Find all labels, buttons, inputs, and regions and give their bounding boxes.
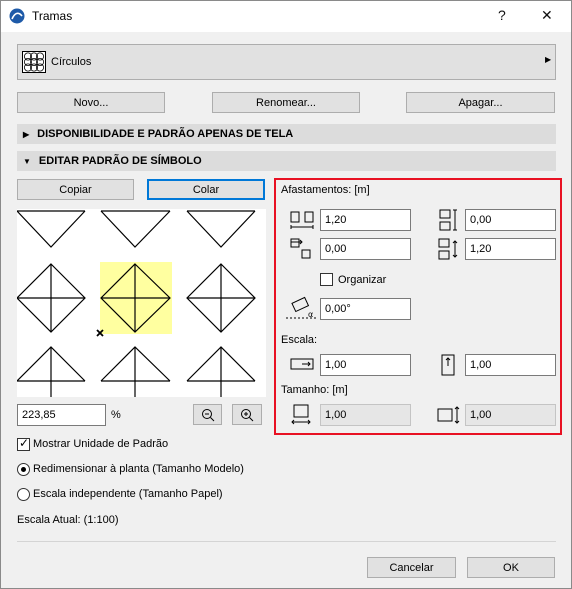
section-availability-label: DISPONIBILIDADE E PADRÃO APENAS DE TELA [37, 128, 294, 140]
size-width-input: 1,00 [320, 404, 411, 426]
ok-button[interactable]: OK [467, 557, 555, 578]
zoom-out-icon [201, 408, 214, 421]
rotation-angle-icon: α [286, 296, 316, 319]
spacing-title: Afastamentos: [m] [281, 184, 370, 196]
size-title: Tamanho: [m] [281, 384, 348, 396]
size-height-input: 1,00 [465, 404, 556, 426]
zoom-unit: % [111, 409, 121, 421]
independent-scale-label: Escala independente (Tamanho Papel) [33, 488, 223, 500]
delete-button[interactable]: Apagar... [406, 92, 555, 113]
vertical-spacing-input[interactable]: 1,20 [465, 238, 556, 260]
size-height-icon [437, 406, 460, 424]
svg-text:α: α [308, 310, 313, 319]
scale-y-icon [441, 354, 455, 376]
zoom-in-button[interactable] [232, 404, 262, 425]
horizontal-shift-input[interactable]: 0,00 [320, 238, 411, 260]
zoom-out-button[interactable] [193, 404, 222, 425]
rotation-angle-input[interactable]: 0,00° [320, 298, 411, 320]
help-button[interactable]: ? [498, 7, 506, 23]
resize-model-radio[interactable] [17, 463, 30, 476]
horizontal-offset-input[interactable]: 1,20 [320, 209, 411, 231]
scale-x-icon [290, 358, 314, 370]
title-bar [0, 0, 572, 32]
arrange-checkbox[interactable] [320, 273, 333, 286]
collapse-arrow-icon: ▼ [23, 156, 31, 166]
section-edit-symbol-label: EDITAR PADRÃO DE SÍMBOLO [38, 155, 202, 167]
new-button[interactable]: Novo... [17, 92, 165, 113]
cancel-button[interactable]: Cancelar [367, 557, 456, 578]
close-button[interactable]: ✕ [541, 7, 553, 24]
scale-y-input[interactable]: 1,00 [465, 354, 556, 376]
scale-x-input[interactable]: 1,00 [320, 354, 411, 376]
pattern-selector[interactable]: Círculos ▶ [17, 44, 556, 80]
horizontal-offset-icon [290, 211, 314, 229]
archicad-icon [9, 8, 25, 24]
independent-scale-radio[interactable] [17, 488, 30, 501]
show-unit-checkbox[interactable]: ✓ [17, 436, 30, 451]
selector-value: Círculos [51, 56, 92, 68]
window-title: Tramas [32, 9, 73, 23]
pattern-preview-canvas[interactable] [17, 209, 266, 397]
vertical-spacing-icon [438, 238, 458, 260]
section-edit-symbol[interactable]: ▼ EDITAR PADRÃO DE SÍMBOLO [17, 151, 556, 171]
section-availability[interactable]: ▶ DISPONIBILIDADE E PADRÃO APENAS DE TEL… [17, 124, 556, 144]
chevron-right-icon: ▶ [545, 55, 552, 64]
size-width-icon [291, 404, 311, 425]
vertical-offset-icon [439, 209, 457, 231]
current-scale-text: Escala Atual: (1:100) [17, 514, 119, 526]
show-unit-label: Mostrar Unidade de Padrão [33, 438, 169, 450]
rename-button[interactable]: Renomear... [212, 92, 360, 113]
paste-button[interactable]: Colar [147, 179, 265, 200]
pattern-grid-icon [22, 51, 46, 73]
copy-button[interactable]: Copiar [17, 179, 134, 200]
checkmark-icon: ✓ [19, 436, 30, 450]
arrange-label: Organizar [338, 274, 387, 286]
zoom-input[interactable]: 223,85 [17, 404, 106, 426]
footer-divider [17, 541, 556, 542]
scale-title: Escala: [281, 334, 318, 346]
expand-arrow-icon: ▶ [23, 129, 30, 139]
zoom-in-icon [241, 408, 254, 421]
resize-model-label: Redimensionar à planta (Tamanho Modelo) [33, 463, 244, 475]
horizontal-shift-icon [290, 238, 311, 259]
vertical-offset-input[interactable]: 0,00 [465, 209, 556, 231]
